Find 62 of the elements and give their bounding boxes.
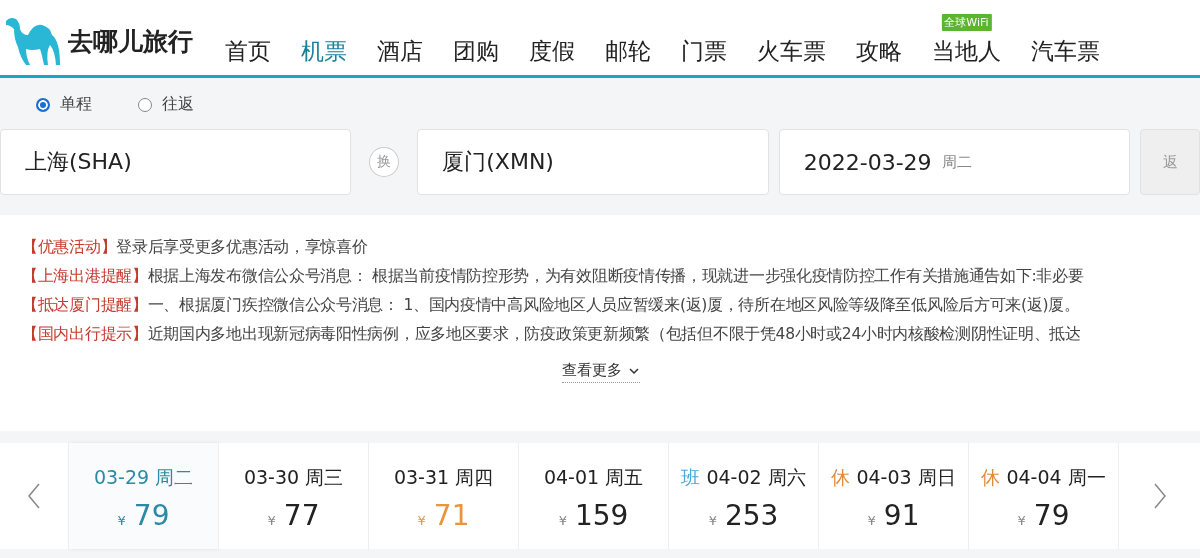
date-price-tab[interactable]: 03-29 周二 ¥ 79 (68, 443, 218, 549)
date-label: 03-31 周四 (393, 466, 494, 488)
date-label: 04-04 周一 (1006, 466, 1106, 488)
notice-tag: 【国内出行提示】 (22, 325, 148, 343)
notice-text: 登录后享受更多优惠活动，享惊喜价 (116, 238, 368, 256)
nav-tab[interactable]: 酒店 (362, 36, 438, 75)
departure-field[interactable]: 上海(SHA) (0, 129, 352, 195)
price-label: 79 (133, 499, 170, 532)
notice-text: 根据上海发布微信公众号消息： 根据当前疫情防控形势，为有效阻断疫情传播，现就进一步强化疫情防控工作有关措施通告如下:非必要 (147, 267, 1084, 285)
date-value: 2022-03-29 (803, 149, 932, 175)
nav-tab[interactable]: 火车票 (742, 36, 841, 75)
price-label: 71 (433, 499, 470, 532)
chevron-right-icon (1152, 482, 1167, 510)
currency-sign: ¥ (417, 513, 426, 528)
day-tag: 休 (831, 466, 851, 488)
radio-label: 单程 (60, 94, 92, 115)
badge: 全球WiFi (941, 14, 992, 31)
show-more-link[interactable]: 查看更多 (562, 361, 640, 383)
nav-tab[interactable]: 汽车票 (1016, 36, 1115, 75)
chevron-down-icon (628, 367, 640, 375)
currency-sign: ¥ (867, 513, 876, 528)
currency-sign: ¥ (1017, 513, 1026, 528)
notice-tag: 【抵达厦门提醒】 (22, 296, 148, 314)
arrival-field[interactable]: 厦门(XMN) (417, 129, 769, 195)
brand-name[interactable]: 去哪儿旅行 (68, 24, 193, 58)
date-label: 04-02 周六 (706, 466, 806, 488)
radio-icon[interactable] (138, 97, 152, 112)
price-label: 159 (574, 499, 629, 532)
radio-option[interactable]: 往返 (138, 94, 194, 115)
notice-text: 近期国内多地出现新冠病毒阳性病例，应多地区要求，防疫政策更新频繁（包括但不限于凭48小时或24小时内核酸检测阴性证明、抵达 (147, 325, 1081, 343)
nav-tab[interactable]: 当地人 (917, 36, 1016, 75)
date-field[interactable]: 2022-03-29 周二 (778, 129, 1131, 195)
price-label: 79 (1033, 499, 1070, 532)
nav-tab[interactable]: 团购 (438, 36, 514, 75)
day-tag: 休 (981, 466, 1001, 488)
chevron-left-icon (27, 482, 41, 510)
price-label: 77 (283, 499, 320, 532)
currency-sign: ¥ (267, 513, 276, 528)
price-label: 91 (883, 499, 920, 532)
currency-sign: ¥ (558, 513, 567, 528)
weekday-label: 周二 (941, 152, 972, 172)
radio-option[interactable]: 单程 (36, 94, 92, 115)
notice-tag: 【上海出港提醒】 (22, 267, 148, 285)
date-label: 04-01 周五 (543, 466, 644, 488)
nav-tab[interactable]: 邮轮 (590, 36, 666, 75)
notice-tag: 【优惠活动】 (22, 238, 117, 256)
date-label: 03-29 周二 (93, 466, 194, 488)
nav-tab[interactable]: 机票 (286, 36, 362, 75)
nav-tab[interactable]: 首页 (210, 36, 286, 75)
price-label: 253 (724, 499, 779, 532)
date-label: 03-30 周三 (243, 466, 344, 488)
currency-sign: ¥ (117, 513, 126, 528)
nav-tab[interactable]: 度假 (514, 36, 590, 75)
day-tag: 班 (681, 466, 701, 488)
notice-text: 一、根据厦门疾控微信公众号消息： 1、国内疫情中高风险地区人员应暂缓来(返)厦，待所在地区风险等级降至低风险后方可来(返)厦。 (147, 296, 1080, 314)
date-label: 04-03 周日 (856, 466, 956, 488)
camel-icon (4, 15, 62, 67)
radio-icon[interactable] (36, 97, 50, 112)
nav-tab[interactable]: 门票 (666, 36, 742, 75)
radio-label: 往返 (162, 94, 194, 115)
currency-sign: ¥ (708, 513, 717, 528)
nav-tab[interactable]: 攻略 (841, 36, 917, 75)
